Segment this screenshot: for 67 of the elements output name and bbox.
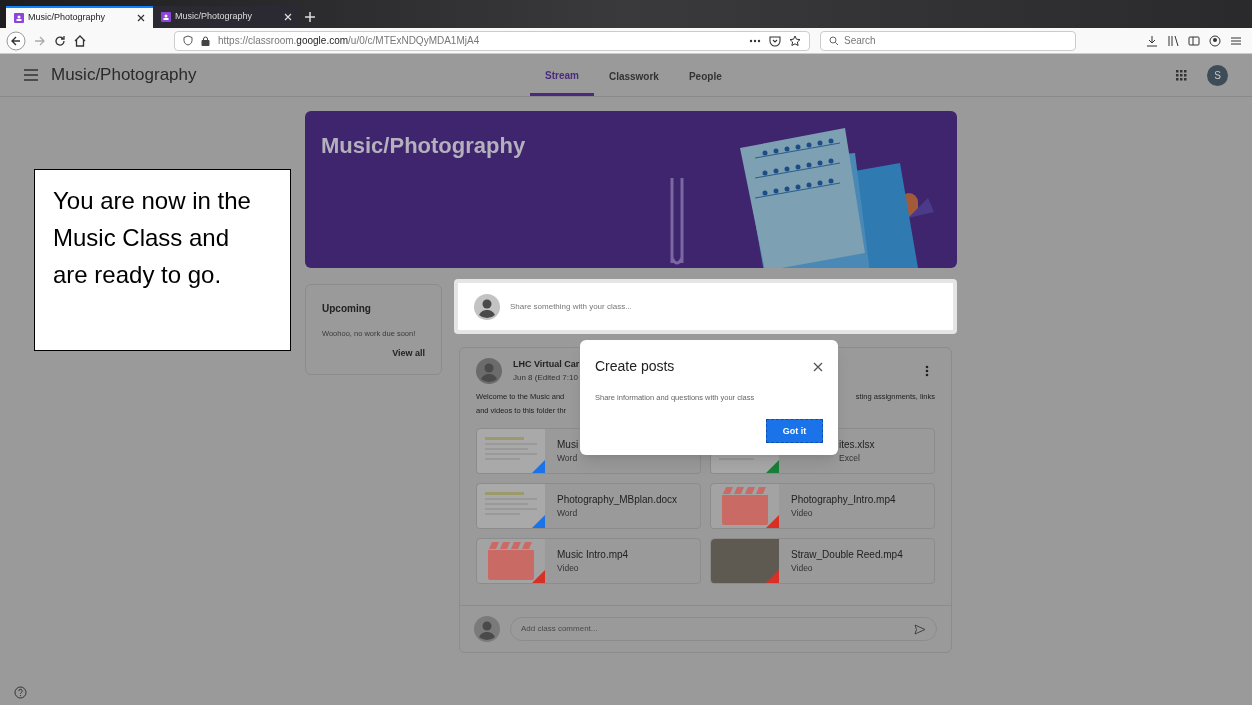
nav-tab[interactable]: Stream [530,54,594,96]
clapperboard-icon [722,487,768,525]
attachment-type: Word [557,452,579,465]
help-icon[interactable] [14,686,27,699]
attachment-card[interactable]: Straw_Double Reed.mp4 Video [710,538,935,584]
attachment-name: ites.xlsx [839,438,875,453]
search-icon [829,35,839,46]
avatar-icon [474,293,500,320]
attachment-name: Musi [557,438,579,453]
more-options-icon[interactable] [925,365,929,377]
more-actions-icon[interactable] [749,38,761,43]
upcoming-title: Upcoming [322,302,372,316]
shield-icon [183,35,193,46]
url-text: https://classroom.google.com/u/0/c/MTExNDQyMDA1MjA4 [218,34,481,48]
sidebar-icon[interactable] [1188,34,1200,47]
view-all-link[interactable]: View all [392,347,425,361]
attachment-card[interactable]: Photography_Intro.mp4 Video [710,483,935,529]
document-thumbnail [477,484,545,528]
video-still-placeholder [711,539,779,583]
new-tab-icon[interactable] [304,11,316,23]
attachment-name: Music Intro.mp4 [557,548,629,563]
apps-grid-icon[interactable] [1176,69,1187,81]
account-avatar[interactable]: S [1207,64,1228,86]
star-icon[interactable] [789,34,801,47]
post-author: LHC Virtual Car [513,358,580,372]
browser-tab[interactable]: Music/Photography [153,6,300,28]
home-icon[interactable] [74,34,86,47]
avatar-icon [474,616,500,642]
attachment-type: Word [557,507,579,520]
classroom-favicon-icon [161,12,171,22]
browser-tab[interactable]: Music/Photography [6,6,153,28]
clapperboard-icon [488,542,534,580]
library-icon[interactable] [1167,34,1179,47]
attachment-name: Photography_Intro.mp4 [791,493,896,508]
account-icon[interactable] [1209,34,1221,47]
lock-icon [201,35,210,46]
nav-tab[interactable]: People [673,54,737,96]
document-thumbnail [477,429,545,473]
attachment-card[interactable]: Music Intro.mp4 Video [476,538,701,584]
class-title: Music/Photography [51,64,197,87]
dialog-title: Create posts [595,357,675,376]
back-icon[interactable] [6,30,26,51]
callout-text: You are now in the Music Class and are ready to go. [53,186,252,290]
attachment-type: Video [791,562,814,575]
avatar-icon [476,358,502,384]
reload-icon[interactable] [54,34,66,47]
attachment-type: Video [557,562,580,575]
attachment-type: Excel [839,452,861,465]
attachment-name: Straw_Double Reed.mp4 [791,548,903,563]
classroom-favicon-icon [14,13,24,23]
search-field[interactable]: Search [820,30,1076,51]
attachment-name: Photography_MBplan.docx [557,493,678,508]
menu-icon[interactable] [24,69,38,81]
download-icon[interactable] [1146,34,1158,47]
close-tab-icon[interactable] [137,14,145,22]
share-box[interactable]: Share something with your class... [454,279,957,334]
address-bar[interactable]: https://classroom.google.com/u/0/c/MTExNDQyMDA1MjA4 [174,30,810,51]
got-it-button[interactable]: Got it [766,419,823,444]
banner-title: Music/Photography [321,132,526,160]
pocket-icon[interactable] [769,34,781,47]
nav-tab[interactable]: Classwork [593,54,674,96]
menu-icon[interactable] [1230,34,1242,47]
post-date: Jun 8 (Edited 7:10 [513,371,579,384]
attachment-type: Video [791,507,814,520]
send-icon[interactable] [914,623,926,635]
close-icon[interactable] [813,361,823,372]
attachment-card[interactable]: Photography_MBplan.docx Word [476,483,701,529]
